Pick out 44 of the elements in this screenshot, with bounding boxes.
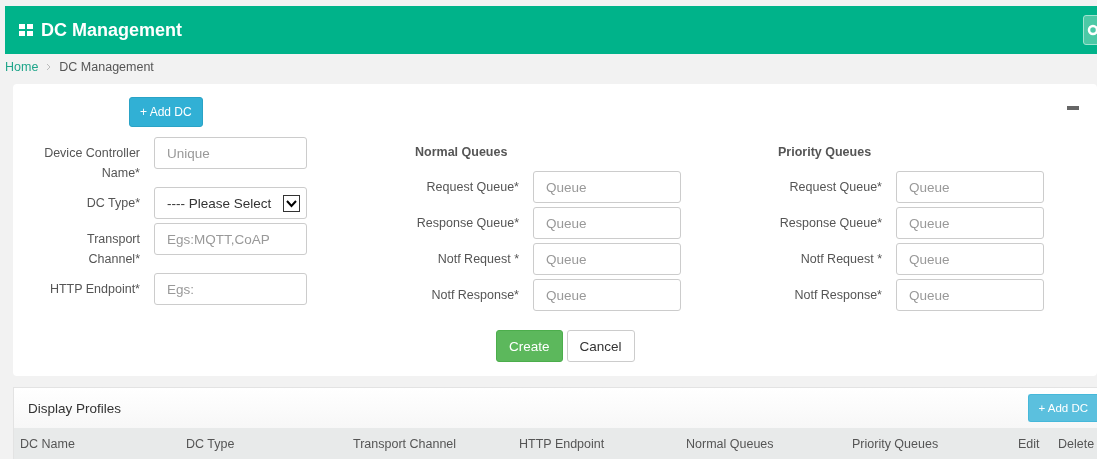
input-field[interactable]: Queue [533,279,681,311]
column-header: DC Type [186,436,236,451]
input-field[interactable]: Queue [533,207,681,239]
section-heading: Priority Queues [777,145,873,161]
field-label: Notf Request * [436,251,519,268]
chevron-icon [46,62,52,71]
column-header: HTTP Endpoint [519,436,606,451]
column-header: DC Name [20,436,76,451]
breadcrumb-current: DC Management [59,59,154,74]
field-label: Notf Request * [799,251,882,268]
input-field[interactable]: Queue [533,243,681,275]
input-field[interactable]: Unique [154,137,307,169]
add-dc-button[interactable]: + Add DC [1028,394,1097,422]
input-field[interactable]: Queue [896,207,1044,239]
section-heading: Normal Queues [414,145,509,161]
input-field[interactable]: Queue [896,243,1044,275]
field-label: Notf Response* [793,287,882,304]
field-label: Response Queue* [415,215,519,232]
input-field[interactable]: Egs: [154,273,307,305]
column-header: Normal Queues [686,436,775,451]
column-header: Edit [1018,436,1041,451]
create-button[interactable]: Create [496,330,563,362]
field-label: Request Queue* [788,179,882,196]
input-field[interactable]: Egs:MQTT,CoAP [154,223,307,255]
field-label: HTTP Endpoint* [48,281,140,298]
field-label: Transport Channel* [85,231,140,268]
column-header: Transport Channel [353,436,458,451]
field-label: DC Type* [85,195,140,212]
field-label: Request Queue* [425,179,519,196]
grid-icon [19,24,33,36]
field-label: Notf Response* [430,287,519,304]
field-label: Device Controller Name* [44,145,140,182]
input-field[interactable]: Queue [896,171,1044,203]
column-header: Delete [1058,436,1096,451]
panel-title: Display Profiles [28,400,122,416]
page-title: DC Management [41,19,184,41]
cancel-button[interactable]: Cancel [566,330,635,362]
add-dc-button[interactable]: + Add DC [129,97,203,127]
input-field[interactable]: Queue [533,171,681,203]
column-header: Priority Queues [852,436,940,451]
dropdown[interactable]: ---- Please Select [154,187,307,219]
breadcrumb-link[interactable]: Home [5,59,39,74]
input-field[interactable]: Queue [896,279,1044,311]
field-label: Response Queue* [778,215,882,232]
